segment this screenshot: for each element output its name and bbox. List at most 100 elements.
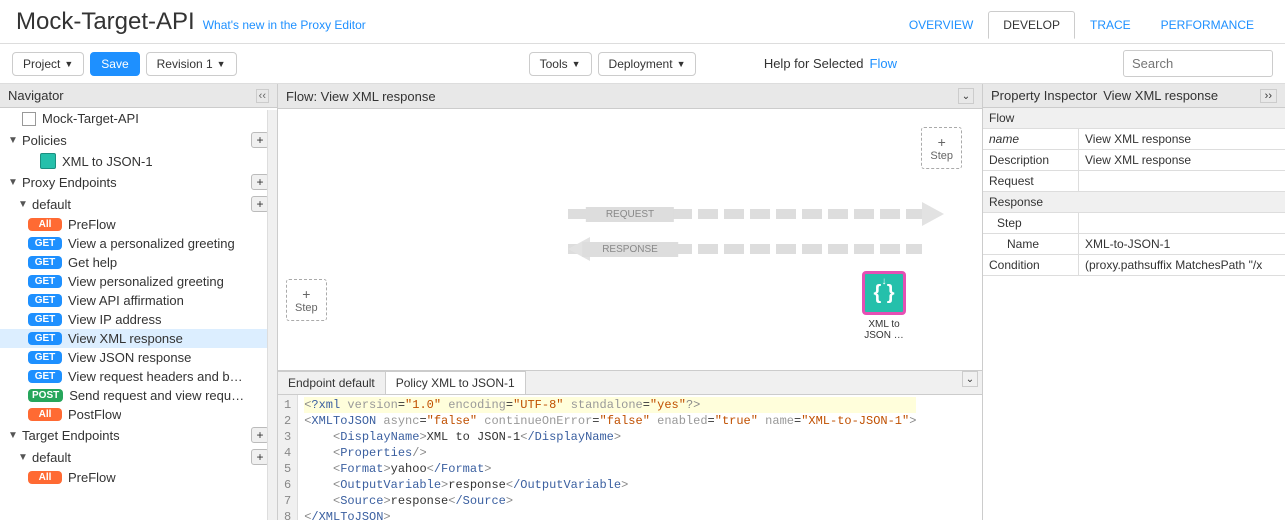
caret-icon: ▼ xyxy=(217,59,226,69)
flow-panel: Flow: View XML response ⌄ +Step REQUEST … xyxy=(278,84,983,520)
inspector-header: Property Inspector View XML response ›› xyxy=(983,84,1285,108)
inspector-row: nameView XML response xyxy=(983,129,1285,150)
method-badge: All xyxy=(28,471,62,484)
tab-develop[interactable]: DEVELOP xyxy=(988,11,1075,39)
nav-flow-item[interactable]: GET Get help xyxy=(0,253,277,272)
nav-flow-item[interactable]: GET View a personalized greeting xyxy=(0,234,277,253)
flow-label: View a personalized greeting xyxy=(68,236,235,251)
inspector-row: Step xyxy=(983,213,1285,234)
search-input[interactable] xyxy=(1123,50,1273,77)
nav-root[interactable]: Mock-Target-API xyxy=(0,108,277,129)
inspector-row: DescriptionView XML response xyxy=(983,150,1285,171)
editor-tab-endpoint[interactable]: Endpoint default xyxy=(278,371,386,394)
nav-flow-item[interactable]: All PostFlow xyxy=(0,405,277,424)
method-badge: POST xyxy=(28,389,63,402)
tab-performance[interactable]: PERFORMANCE xyxy=(1146,11,1269,39)
nav-flow-item[interactable]: All PreFlow xyxy=(0,468,277,487)
expander-icon: ▼ xyxy=(18,199,28,210)
method-badge: All xyxy=(28,218,62,231)
method-badge: GET xyxy=(28,294,62,307)
method-badge: GET xyxy=(28,351,62,364)
navigator: Navigator ‹‹ Mock-Target-API ▼Policies+ … xyxy=(0,84,278,520)
expander-icon: ▼ xyxy=(8,430,18,441)
method-badge: GET xyxy=(28,256,62,269)
expander-icon: ▼ xyxy=(8,177,18,188)
whatsnew-link[interactable]: What's new in the Proxy Editor xyxy=(203,18,366,32)
flow-label: PreFlow xyxy=(68,470,116,485)
flow-label: PostFlow xyxy=(68,407,121,422)
collapse-icon[interactable]: ‹‹ xyxy=(256,89,269,103)
nav-policy-item[interactable]: XML to JSON-1 xyxy=(0,151,277,171)
caret-icon: ▼ xyxy=(677,59,686,69)
collapse-icon[interactable]: ›› xyxy=(1260,89,1277,103)
page-icon xyxy=(22,112,36,126)
nav-flow-item[interactable]: All PreFlow xyxy=(0,215,277,234)
flow-label: View personalized greeting xyxy=(68,274,224,289)
nav-flow-item[interactable]: GET View API affirmation xyxy=(0,291,277,310)
plus-icon: + xyxy=(930,134,953,150)
caret-icon: ▼ xyxy=(64,59,73,69)
inspector-row: Flow xyxy=(983,108,1285,129)
flow-label: View XML response xyxy=(68,331,183,346)
nav-policies-header[interactable]: ▼Policies+ xyxy=(0,129,277,151)
help-text: Help for SelectedFlow xyxy=(764,56,897,71)
project-dropdown[interactable]: Project▼ xyxy=(12,52,84,76)
editor-tab-policy[interactable]: Policy XML to JSON-1 xyxy=(386,371,526,394)
nav-proxy-endpoints-header[interactable]: ▼Proxy Endpoints+ xyxy=(0,171,277,193)
flow-label: View IP address xyxy=(68,312,161,327)
expander-icon: ▼ xyxy=(18,452,28,463)
nav-flow-item[interactable]: GET View XML response xyxy=(0,329,277,348)
toolbar: Project▼ Save Revision 1▼ Tools▼ Deploym… xyxy=(0,44,1285,84)
header: Mock-Target-API What's new in the Proxy … xyxy=(0,0,1285,44)
top-tabs: OVERVIEWDEVELOPTRACEPERFORMANCE xyxy=(894,11,1269,39)
navigator-header: Navigator ‹‹ xyxy=(0,84,277,108)
inspector-row: Request xyxy=(983,171,1285,192)
flow-panel-header: Flow: View XML response ⌄ xyxy=(278,84,982,109)
expander-icon: ▼ xyxy=(8,135,18,146)
deployment-dropdown[interactable]: Deployment▼ xyxy=(598,52,697,76)
add-request-step[interactable]: +Step xyxy=(921,127,962,169)
flow-label: PreFlow xyxy=(68,217,116,232)
flow-label: Get help xyxy=(68,255,117,270)
nav-flow-item[interactable]: GET View JSON response xyxy=(0,348,277,367)
tools-dropdown[interactable]: Tools▼ xyxy=(529,52,592,76)
method-badge: All xyxy=(28,408,62,421)
policy-icon xyxy=(40,153,56,169)
nav-flow-item[interactable]: GET View personalized greeting xyxy=(0,272,277,291)
code-area[interactable]: 12345678 <?xml version="1.0" encoding="U… xyxy=(278,395,982,520)
collapse-icon[interactable]: ⌄ xyxy=(958,88,974,104)
flow-label: View request headers and bo… xyxy=(68,369,248,384)
flow-label: View API affirmation xyxy=(68,293,184,308)
inspector-row: NameXML-to-JSON-1 xyxy=(983,234,1285,255)
nav-proxy-default[interactable]: ▼default+ xyxy=(0,193,277,215)
revision-dropdown[interactable]: Revision 1▼ xyxy=(146,52,237,76)
inspector-row: Response xyxy=(983,192,1285,213)
code-editor: Endpoint default Policy XML to JSON-1 ⌄ … xyxy=(278,370,982,520)
method-badge: GET xyxy=(28,313,62,326)
method-badge: GET xyxy=(28,237,62,250)
caret-icon: ▼ xyxy=(572,59,581,69)
save-button[interactable]: Save xyxy=(90,52,139,76)
inspector-row: Condition(proxy.pathsuffix MatchesPath "… xyxy=(983,255,1285,276)
method-badge: GET xyxy=(28,275,62,288)
nav-target-default[interactable]: ▼default+ xyxy=(0,446,277,468)
tab-overview[interactable]: OVERVIEW xyxy=(894,11,988,39)
nav-flow-item[interactable]: GET View IP address xyxy=(0,310,277,329)
nav-target-endpoints-header[interactable]: ▼Target Endpoints+ xyxy=(0,424,277,446)
property-inspector: Property Inspector View XML response ›› … xyxy=(983,84,1285,520)
method-badge: GET xyxy=(28,332,62,345)
collapse-icon[interactable]: ⌄ xyxy=(962,371,978,387)
help-link[interactable]: Flow xyxy=(870,56,897,71)
nav-flow-item[interactable]: GETView request headers and bo… xyxy=(0,367,277,386)
page-title: Mock-Target-API xyxy=(16,8,195,36)
nav-flow-item[interactable]: POSTSend request and view reque… xyxy=(0,386,277,405)
response-label: RESPONSE xyxy=(582,242,678,257)
scrollbar[interactable] xyxy=(267,110,277,520)
policy-chip-xml-to-json[interactable]: ↓{ } xyxy=(862,271,906,315)
add-response-step[interactable]: +Step xyxy=(286,279,327,321)
arrow-down-icon: ↓ xyxy=(882,276,887,287)
flow-label: View JSON response xyxy=(68,350,191,365)
arrow-right-icon xyxy=(922,202,944,226)
tab-trace[interactable]: TRACE xyxy=(1075,11,1146,39)
plus-icon: + xyxy=(295,286,318,302)
